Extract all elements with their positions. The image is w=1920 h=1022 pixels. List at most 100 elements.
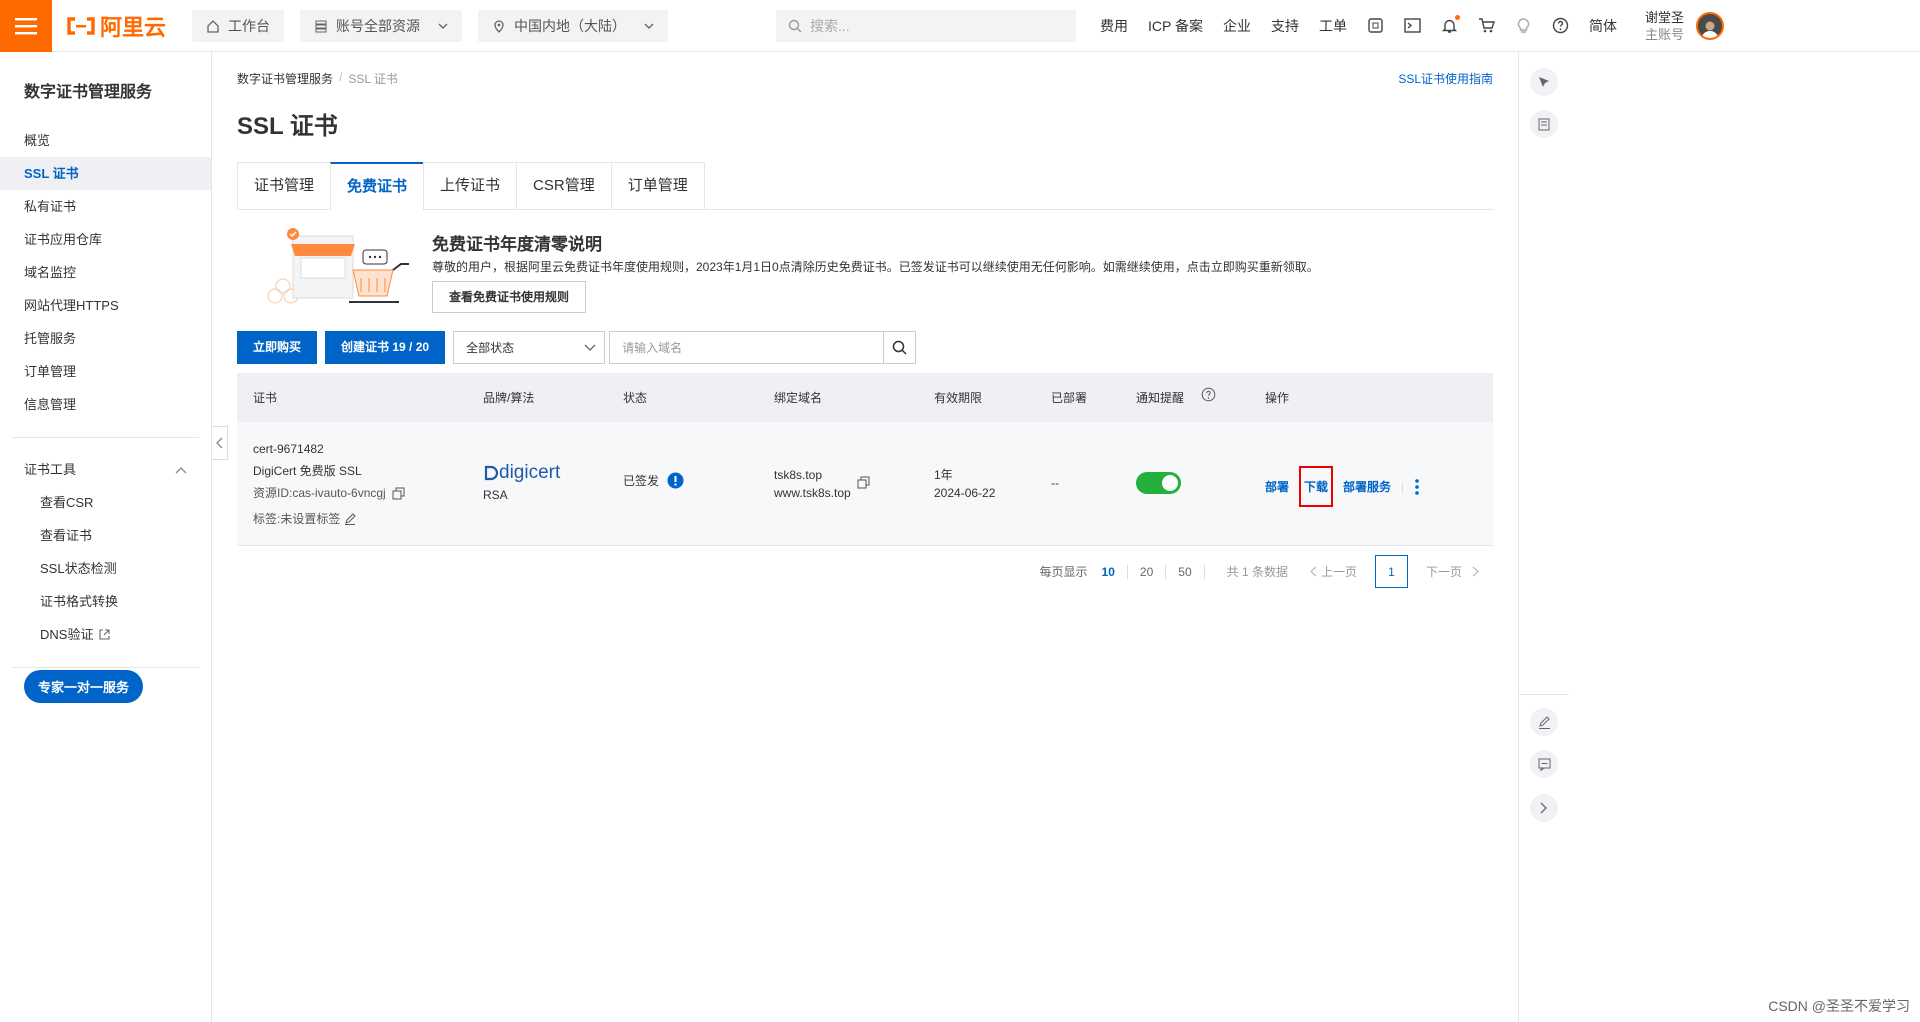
sidebar-item-info[interactable]: 信息管理 <box>0 388 211 421</box>
status-cell: 已签发 <box>623 472 684 489</box>
tab-upload-cert[interactable]: 上传证书 <box>423 162 517 210</box>
workbench-button[interactable]: 工作台 <box>192 9 284 42</box>
breadcrumb-current: SSL 证书 <box>348 72 398 86</box>
total-count: 共 1 条数据 <box>1226 565 1288 579</box>
sidebar-item-view-cert[interactable]: 查看证书 <box>0 519 211 552</box>
buy-now-button[interactable]: 立即购买 <box>237 331 318 364</box>
domain-search-button[interactable] <box>883 331 917 364</box>
cart-icon[interactable] <box>1478 17 1495 34</box>
sidebar-item-domain-monitor[interactable]: 域名监控 <box>0 256 211 289</box>
copy-icon[interactable] <box>857 476 870 489</box>
copy-icon[interactable] <box>392 487 405 500</box>
sidebar-item-dns-verify[interactable]: DNS验证 <box>0 618 211 651</box>
breadcrumb-root[interactable]: 数字证书管理服务 <box>237 70 333 87</box>
expert-service-button[interactable]: 专家一对一服务 <box>24 670 143 703</box>
deployed-value: -- <box>1051 476 1059 490</box>
ssl-guide-link[interactable]: SSL证书使用指南 <box>1398 70 1493 87</box>
domain-search-input[interactable]: 请输入域名 <box>609 331 884 364</box>
validity-period: 1年 <box>934 468 953 482</box>
aliyun-logo-icon <box>67 16 95 35</box>
help-icon[interactable] <box>1552 17 1569 34</box>
edit-icon[interactable] <box>1530 708 1558 736</box>
sidebar-item-ssl[interactable]: SSL 证书 <box>0 157 211 190</box>
chat-icon[interactable] <box>1530 750 1558 778</box>
page-size-50[interactable]: 50 <box>1166 564 1205 579</box>
terminal-icon[interactable] <box>1404 17 1421 34</box>
search-icon <box>788 19 802 32</box>
global-search[interactable]: 搜索... <box>776 9 1076 42</box>
nav-ticket[interactable]: 工单 <box>1319 16 1347 36</box>
tool-label: DNS验证 <box>40 627 94 642</box>
language-switch[interactable]: 简体 <box>1589 16 1617 36</box>
prev-label: 上一页 <box>1320 565 1357 579</box>
home-icon <box>207 19 219 33</box>
status-filter-value: 全部状态 <box>466 341 515 355</box>
tools-group-label: 证书工具 <box>24 462 77 477</box>
notice-banner: 免费证书年度清零说明 尊敬的用户，根据阿里云免费证书年度使用规则，2023年1月… <box>253 222 1493 318</box>
status-filter-select[interactable]: 全部状态 <box>453 331 606 364</box>
notify-toggle[interactable] <box>1136 472 1181 494</box>
cert-name: DigiCert 免费版 SSL <box>253 464 362 478</box>
breadcrumb: 数字证书管理服务 / SSL 证书 <box>237 70 398 87</box>
next-page[interactable]: 下一页 <box>1426 563 1479 580</box>
tab-free-cert[interactable]: 免费证书 <box>330 162 424 211</box>
page-size-10[interactable]: 10 <box>1090 564 1128 579</box>
more-icon[interactable] <box>1414 478 1420 496</box>
tab-order-management[interactable]: 订单管理 <box>610 162 705 210</box>
chevron-right-icon[interactable] <box>1530 794 1558 822</box>
next-label: 下一页 <box>1425 565 1462 579</box>
document-icon[interactable] <box>1530 110 1558 138</box>
menu-icon[interactable] <box>0 0 52 52</box>
sidebar-item-overview[interactable]: 概览 <box>0 124 211 157</box>
digicert-logo-icon <box>484 465 499 481</box>
tag-row[interactable]: 标签:未设置标签 <box>253 508 405 530</box>
deploy-link[interactable]: 部署 <box>1265 478 1289 495</box>
sidebar-item-cert-repo[interactable]: 证书应用仓库 <box>0 223 211 256</box>
breadcrumb-separator: / <box>339 70 343 84</box>
aliyun-logo[interactable]: 阿里云 <box>66 10 176 42</box>
chevron-left-icon <box>1310 566 1317 577</box>
sidebar-item-ssl-check[interactable]: SSL状态检测 <box>0 552 211 585</box>
col-validity: 有效期限 <box>934 391 983 405</box>
validity-cell: 1年 2024-06-22 <box>934 466 995 502</box>
cert-cell: cert-9671482 DigiCert 免费版 SSL 资源ID:cas-i… <box>253 438 405 530</box>
toolbar: 立即购买 创建证书 19 / 20 全部状态 请输入域名 <box>237 331 917 365</box>
resources-label: 账号全部资源 <box>336 17 420 34</box>
help-icon[interactable] <box>1201 387 1216 402</box>
watermark: CSDN @圣圣不爱学习 <box>1768 998 1910 1014</box>
sidebar-item-view-csr[interactable]: 查看CSR <box>0 486 211 519</box>
cloud-shell-icon[interactable] <box>1367 17 1384 34</box>
prev-page[interactable]: 上一页 <box>1310 563 1357 580</box>
tab-cert-management[interactable]: 证书管理 <box>237 162 331 210</box>
shop-illustration <box>267 228 409 304</box>
avatar[interactable] <box>1696 11 1724 40</box>
resources-dropdown[interactable]: 账号全部资源 <box>300 9 462 42</box>
download-link[interactable]: 下载 <box>1299 466 1334 507</box>
create-cert-button[interactable]: 创建证书 19 / 20 <box>325 331 446 364</box>
nav-billing[interactable]: 费用 <box>1100 16 1128 36</box>
user-info[interactable]: 谢堂圣 主账号 <box>1645 9 1684 43</box>
sidebar-item-https-proxy[interactable]: 网站代理HTTPS <box>0 289 211 322</box>
pointer-icon[interactable] <box>1530 68 1558 96</box>
sidebar-item-orders[interactable]: 订单管理 <box>0 355 211 388</box>
chevron-up-icon <box>175 466 187 473</box>
page-size-20[interactable]: 20 <box>1128 564 1167 579</box>
sidebar-item-format-convert[interactable]: 证书格式转换 <box>0 585 211 618</box>
chevron-down-icon <box>584 344 596 351</box>
toggle-switch[interactable] <box>1136 472 1181 494</box>
bell-icon[interactable] <box>1441 15 1460 34</box>
nav-support[interactable]: 支持 <box>1271 16 1299 36</box>
bulb-icon[interactable] <box>1515 17 1532 34</box>
nav-enterprise[interactable]: 企业 <box>1223 16 1251 36</box>
deploy-service-link[interactable]: 部署服务 <box>1343 478 1391 495</box>
tab-csr-management[interactable]: CSR管理 <box>516 162 611 210</box>
sidebar-group-tools[interactable]: 证书工具 <box>0 453 211 486</box>
sidebar-item-private-cert[interactable]: 私有证书 <box>0 190 211 223</box>
view-free-cert-rules-button[interactable]: 查看免费证书使用规则 <box>432 281 587 313</box>
sidebar-collapse-handle[interactable] <box>212 426 228 460</box>
nav-icp[interactable]: ICP 备案 <box>1148 16 1203 36</box>
info-icon[interactable] <box>667 472 684 489</box>
region-dropdown[interactable]: 中国内地（大陆） <box>478 9 668 42</box>
sidebar-item-hosting[interactable]: 托管服务 <box>0 322 211 355</box>
page-number[interactable]: 1 <box>1374 555 1408 588</box>
